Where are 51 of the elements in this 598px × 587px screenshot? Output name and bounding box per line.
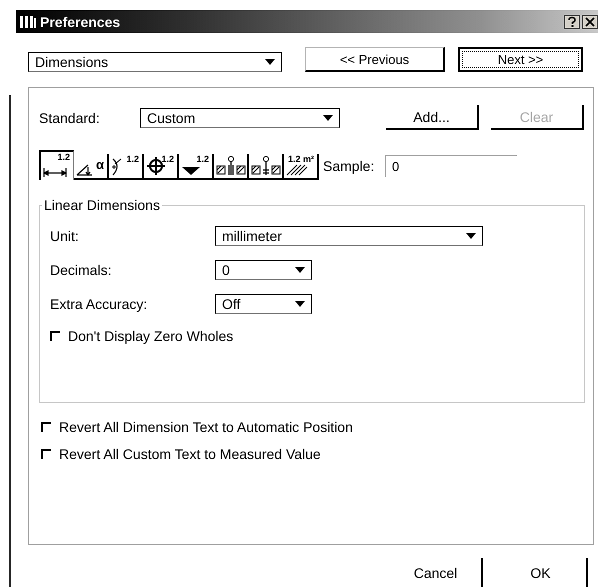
tab-label: 1.2 m² [288,155,314,164]
window-title: Preferences [40,14,120,30]
setting-dropdown[interactable]: millimeter [215,226,483,246]
dimension-type-tab[interactable]: 1.2 [109,154,144,180]
next-button[interactable]: Next >> [458,47,583,72]
field-label: Extra Accuracy: [50,296,148,312]
dropdown-arrow-icon [295,267,305,273]
checkbox[interactable] [41,448,51,458]
checkbox[interactable] [41,422,51,432]
dropdown-arrow-icon [265,59,275,65]
field-label: Decimals: [50,262,112,278]
field-label: Unit: [50,228,80,244]
dimension-type-tab[interactable]: 1.2 m² [284,154,319,180]
checkbox-option[interactable]: Revert All Custom Text to Measured Value [41,440,584,467]
close-icon[interactable] [582,14,598,28]
group-title: Linear Dimensions [43,197,161,213]
checkbox-option[interactable]: Revert All Dimension Text to Automatic Position [41,413,584,440]
help-icon[interactable] [564,14,580,28]
hatched-area-icon [286,164,308,176]
checkbox-option[interactable]: Don't Display Zero Wholes [50,321,574,351]
dimension-type-tab[interactable]: α [74,154,109,180]
dropdown-arrow-icon [466,233,476,239]
dropdown-arrow-icon [323,114,333,120]
sample-field[interactable]: 0 [385,155,517,177]
setting-dropdown[interactable]: 0 [215,260,312,280]
dimension-type-tab[interactable]: 1.2 [39,150,74,180]
tab-label: 1.2 [161,155,174,164]
dimension-type-tab[interactable]: 1.2 [179,154,214,180]
dimension-type-tab[interactable] [249,154,284,180]
dimension-type-tab[interactable]: 1.2 [144,154,179,180]
setting-dropdown[interactable]: Off [215,294,312,314]
previous-button[interactable]: << Previous [305,47,445,72]
app-logo-icon [19,14,37,28]
sample-label: Sample: [323,158,376,174]
elevation-marker-icon [216,156,246,176]
linear-dimension-icon [43,167,67,178]
page-dropdown[interactable]: Dimensions [28,52,282,72]
triangle-marker-icon [181,166,201,176]
dropdown-arrow-icon [295,301,305,307]
tab-label: 1.2 [57,153,70,162]
standard-label: Standard: [39,110,101,126]
tab-label: 1.2 [196,155,209,164]
elevation-marker-icon [251,156,281,176]
add-button[interactable]: Add... [386,105,479,130]
tab-label: α [96,158,104,171]
tab-label: 1.2 [126,155,139,164]
radius-dimension-icon [111,158,122,176]
angle-dimension-icon [76,164,93,176]
checkbox[interactable] [50,331,60,341]
dimension-type-tab[interactable] [214,154,249,180]
standard-dropdown[interactable]: Custom [140,108,340,128]
